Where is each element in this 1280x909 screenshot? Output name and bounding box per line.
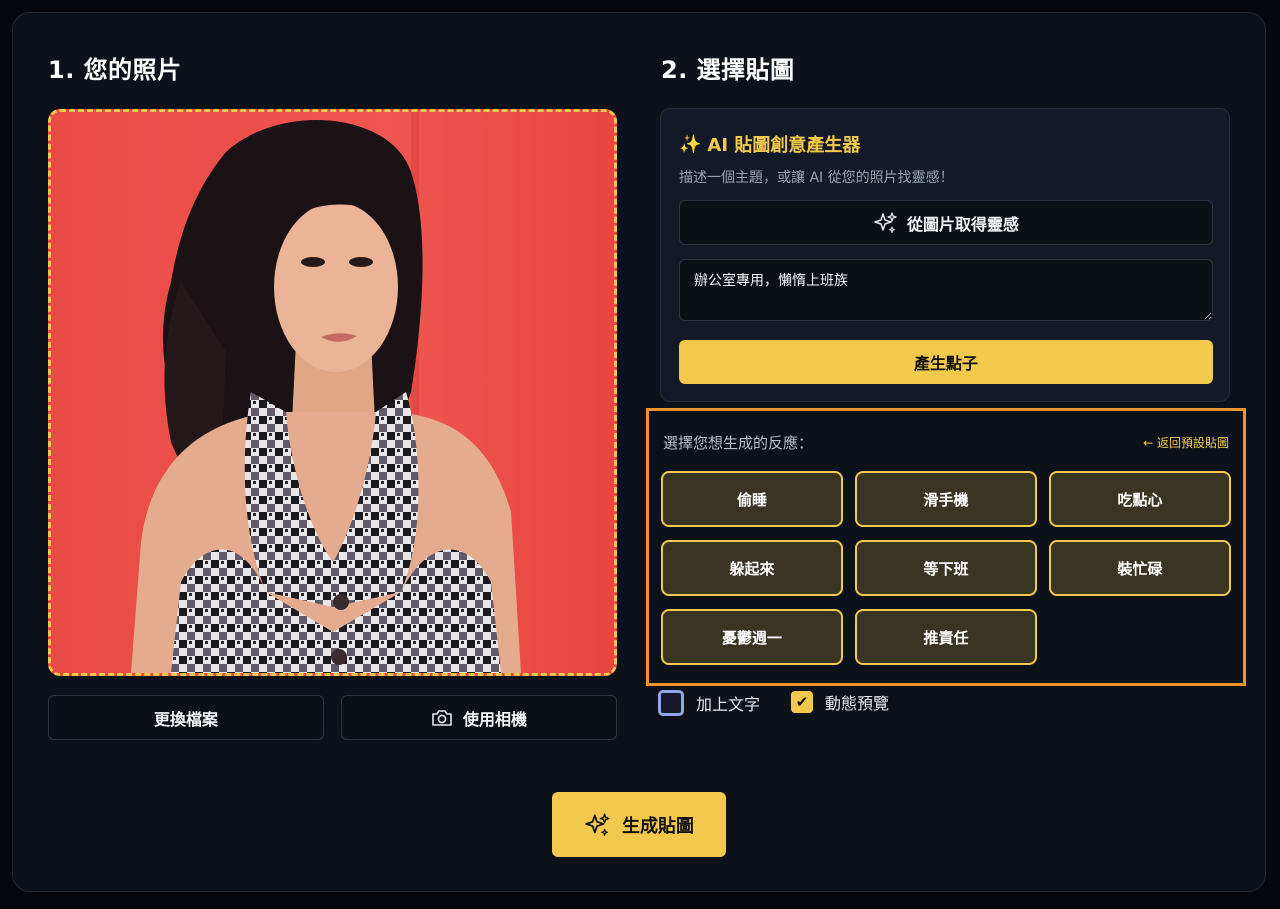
animated-preview-checkbox[interactable]: ✔ (791, 691, 813, 713)
use-camera-button[interactable]: 使用相機 (341, 695, 617, 740)
ai-generator-description: 描述一個主題，或讓 AI 從您的照片找靈感！ (679, 170, 954, 186)
reaction-option[interactable]: 推責任 (855, 609, 1037, 665)
reaction-option[interactable]: 吃點心 (1049, 471, 1231, 527)
add-text-label: 加上文字 (696, 695, 761, 714)
theme-input[interactable]: 辦公室專用，懶惰上班族 (679, 259, 1213, 321)
reaction-option[interactable]: 躲起來 (661, 540, 843, 596)
checkmark-icon: ✔ (795, 693, 809, 711)
reaction-option[interactable]: 憂鬱週一 (661, 609, 843, 665)
ai-generator-title: ✨ AI 貼圖創意產生器 (679, 131, 860, 157)
animated-preview-label: 動態預覽 (825, 694, 890, 713)
generate-stickers-button[interactable]: 生成貼圖 (552, 792, 726, 857)
use-camera-label: 使用相機 (462, 709, 527, 729)
reaction-selector: 選擇您想生成的反應： ← 返回預設貼圖 偷睡 滑手機 吃點心 躲起來 等下班 裝… (646, 408, 1246, 686)
replace-file-label: 更換檔案 (153, 709, 218, 729)
section-title-sticker: 2. 選擇貼圖 (661, 56, 795, 84)
add-text-checkbox[interactable] (658, 690, 684, 716)
generate-stickers-label: 生成貼圖 (622, 815, 694, 837)
reaction-option[interactable]: 滑手機 (855, 471, 1037, 527)
camera-icon (432, 709, 452, 726)
reaction-label: 選擇您想生成的反應： (663, 434, 814, 452)
animated-preview-option[interactable]: ✔ 動態預覽 (791, 690, 889, 714)
replace-file-button[interactable]: 更換檔案 (48, 695, 324, 740)
ai-generator-title-text: AI 貼圖創意產生器 (707, 135, 861, 156)
ai-sticker-generator-card: ✨ AI 貼圖創意產生器 描述一個主題，或讓 AI 從您的照片找靈感！ 從圖片取… (660, 108, 1230, 402)
sparkle-icon: ✨ (679, 133, 702, 155)
inspire-label: 從圖片取得靈感 (906, 214, 1019, 234)
back-to-default-link[interactable]: ← 返回預設貼圖 (1143, 434, 1229, 451)
sparkles-icon (874, 211, 897, 233)
add-text-option[interactable]: 加上文字 (658, 690, 760, 716)
generate-ideas-button[interactable]: 產生點子 (679, 340, 1213, 384)
reaction-option[interactable]: 偷睡 (661, 471, 843, 527)
section-title-photo: 1. 您的照片 (48, 56, 182, 84)
reaction-option[interactable]: 等下班 (855, 540, 1037, 596)
sparkles-icon (585, 812, 610, 836)
reaction-option[interactable]: 裝忙碌 (1049, 540, 1231, 596)
inspire-from-photo-button[interactable]: 從圖片取得靈感 (679, 200, 1213, 245)
photo-preview[interactable] (48, 109, 617, 676)
portrait-image (51, 112, 614, 673)
